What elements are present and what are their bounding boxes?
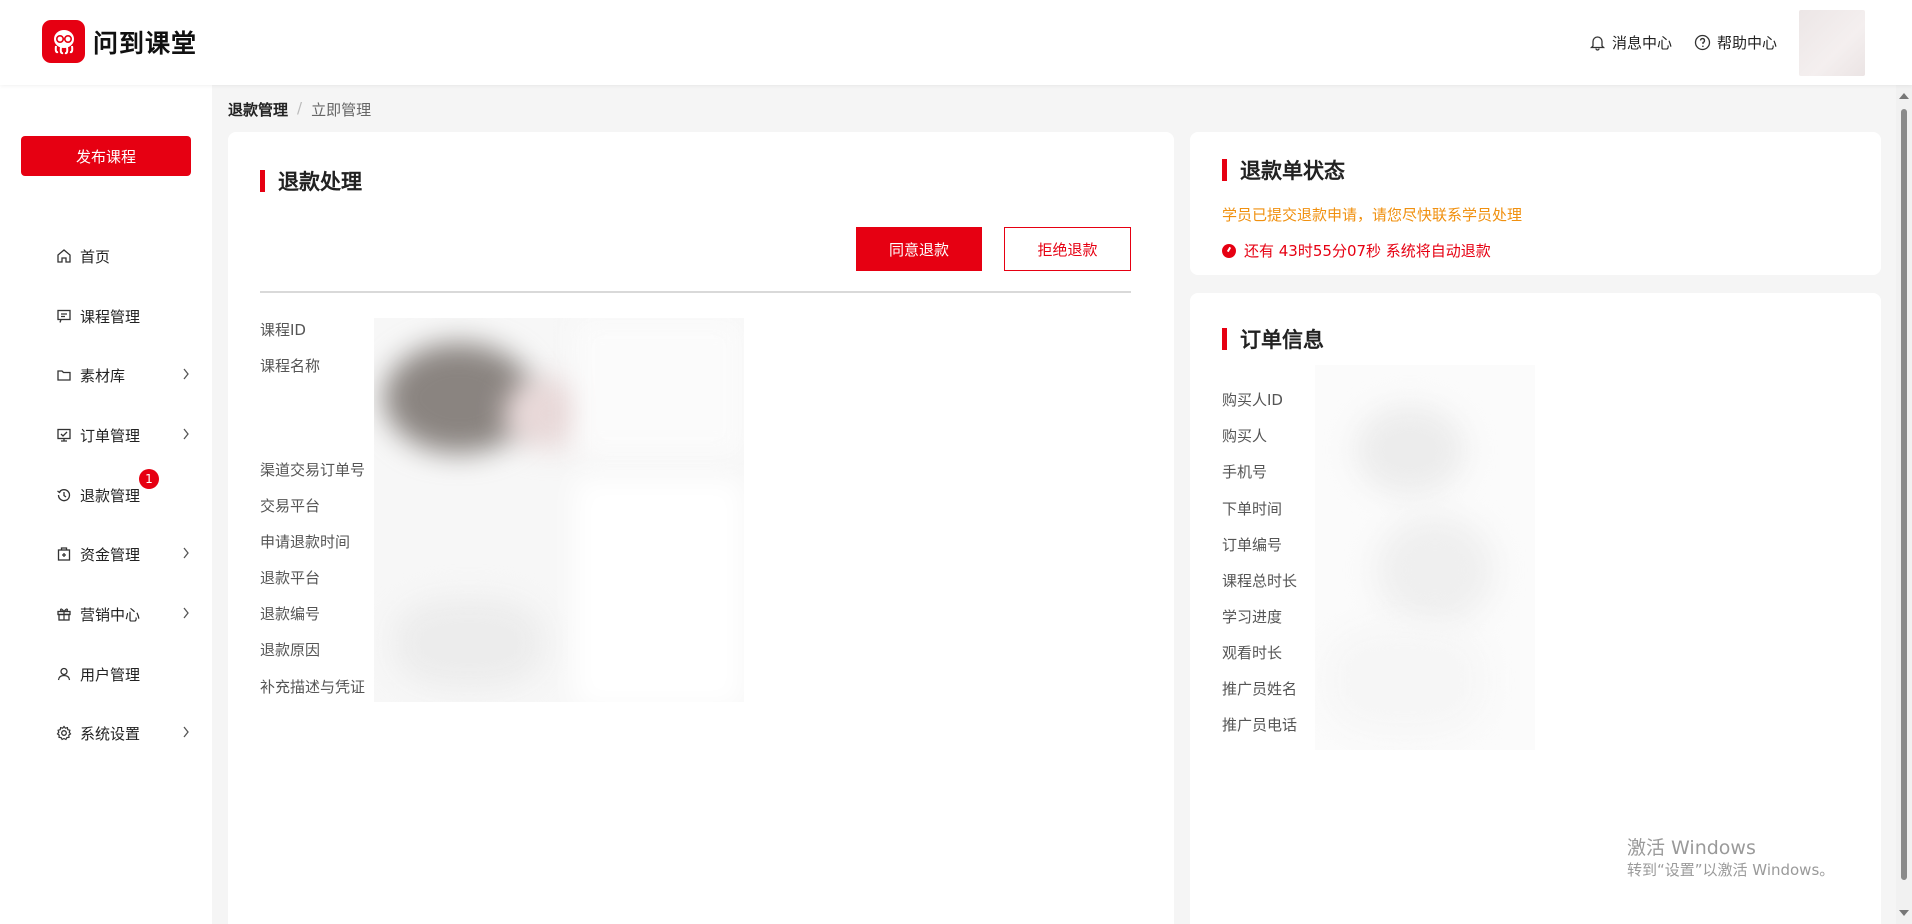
order-info-title: 订单信息 <box>1222 324 1324 354</box>
refund-status-card: 退款单状态 学员已提交退款申请，请您尽快联系学员处理 还有 43时55分07秒 … <box>1190 132 1881 275</box>
user-avatar[interactable] <box>1799 9 1865 76</box>
message-center-label: 消息中心 <box>1611 34 1672 52</box>
bell-icon <box>1589 36 1606 51</box>
order-info-title-text: 订单信息 <box>1240 328 1324 352</box>
scroll-up-arrow-icon[interactable] <box>1899 93 1909 99</box>
section-divider <box>260 291 1131 293</box>
home-icon <box>55 247 73 265</box>
field-label-watch-time: 观看时长 <box>1222 644 1283 662</box>
help-center-label: 帮助中心 <box>1716 34 1777 52</box>
refund-status-title: 退款单状态 <box>1222 155 1345 185</box>
sidebar-item-label: 课程管理 <box>80 307 141 326</box>
chevron-right-icon <box>183 726 189 738</box>
vertical-scrollbar[interactable] <box>1896 85 1912 924</box>
windows-activation-watermark: 激活 Windows <box>1627 837 1756 859</box>
refund-status-message: 学员已提交退款申请，请您尽快联系学员处理 <box>1222 206 1523 224</box>
field-label-channel-order-no: 渠道交易订单号 <box>260 461 366 479</box>
user-icon <box>55 665 73 683</box>
sidebar-item-label: 首页 <box>80 247 111 266</box>
help-center-link[interactable]: 帮助中心 <box>1694 32 1777 53</box>
refund-processing-title-text: 退款处理 <box>278 170 362 194</box>
refund-count-badge: 1 <box>139 469 159 489</box>
auto-refund-countdown: 还有 43时55分07秒 系统将自动退款 <box>1222 240 1491 261</box>
breadcrumb-refund-management[interactable]: 退款管理 <box>228 99 288 120</box>
sidebar-item-label: 营销中心 <box>80 605 141 624</box>
sidebar-item-marketing[interactable]: 营销中心 <box>55 599 190 629</box>
refund-status-title-text: 退款单状态 <box>1240 159 1345 183</box>
scroll-thumb[interactable] <box>1901 109 1907 880</box>
sidebar-item-settings[interactable]: 系统设置 <box>55 718 190 748</box>
breadcrumb: 退款管理 / 立即管理 <box>228 99 371 120</box>
sidebar-item-course[interactable]: 课程管理 <box>55 301 190 331</box>
clock-icon <box>1222 243 1236 258</box>
order-icon <box>55 426 73 444</box>
field-label-refund-no: 退款编号 <box>260 605 321 623</box>
field-label-phone: 手机号 <box>1222 463 1268 481</box>
field-label-order-no: 订单编号 <box>1222 536 1283 554</box>
gift-icon <box>55 605 73 623</box>
redacted-order-details <box>1315 365 1535 750</box>
octopus-logo-icon <box>42 20 85 63</box>
sidebar-item-home[interactable]: 首页 <box>55 241 190 271</box>
course-icon <box>55 307 73 325</box>
scroll-down-arrow-icon[interactable] <box>1899 910 1909 916</box>
sidebar-item-refunds[interactable]: 退款管理 1 <box>55 469 190 510</box>
wallet-icon <box>55 545 73 563</box>
chevron-right-icon <box>183 428 189 440</box>
field-label-refund-platform: 退款平台 <box>260 569 321 587</box>
title-accent-bar <box>1222 159 1227 181</box>
sidebar-item-funds[interactable]: 资金管理 <box>55 539 190 569</box>
sidebar-item-label: 资金管理 <box>80 545 141 564</box>
field-label-study-progress: 学习进度 <box>1222 608 1283 626</box>
redacted-refund-details <box>374 318 744 702</box>
sidebar-item-users[interactable]: 用户管理 <box>55 659 190 689</box>
sidebar-item-materials[interactable]: 素材库 <box>55 360 190 390</box>
field-label-buyer: 购买人 <box>1222 427 1268 445</box>
folder-icon <box>55 366 73 384</box>
breadcrumb-separator: / <box>297 99 303 117</box>
countdown-text: 还有 43时55分07秒 系统将自动退款 <box>1244 242 1491 260</box>
field-label-course-id: 课程ID <box>260 321 306 339</box>
refund-icon <box>55 486 73 504</box>
field-label-order-time: 下单时间 <box>1222 500 1283 518</box>
sidebar-item-orders[interactable]: 订单管理 <box>55 420 190 450</box>
top-header: 问到课堂 消息中心 帮助中心 <box>0 0 1912 85</box>
sidebar-item-label: 订单管理 <box>80 426 141 445</box>
windows-activation-hint: 转到“设置”以激活 Windows。 <box>1627 861 1835 879</box>
app-name: 问到课堂 <box>93 28 198 58</box>
title-accent-bar <box>260 170 265 192</box>
field-label-refund-reason: 退款原因 <box>260 641 321 659</box>
title-accent-bar <box>1222 328 1227 350</box>
chevron-right-icon <box>183 607 189 619</box>
reject-refund-button[interactable]: 拒绝退款 <box>1004 227 1131 271</box>
breadcrumb-current: 立即管理 <box>311 101 372 119</box>
field-label-promoter-phone: 推广员电话 <box>1222 716 1298 734</box>
field-label-trade-platform: 交易平台 <box>260 497 321 515</box>
field-label-course-duration: 课程总时长 <box>1222 572 1298 590</box>
chevron-right-icon <box>183 547 189 559</box>
question-circle-icon <box>1694 34 1711 51</box>
field-label-supplement: 补充描述与凭证 <box>260 678 366 696</box>
gear-icon <box>55 724 73 742</box>
field-label-promoter-name: 推广员姓名 <box>1222 680 1298 698</box>
app-logo[interactable]: 问到课堂 <box>42 20 197 63</box>
sidebar-item-label: 系统设置 <box>80 724 141 743</box>
publish-course-button[interactable]: 发布课程 <box>21 136 191 176</box>
sidebar: 发布课程 首页 课程管理 素材库 订单管理 退款管理 1 资金管理 营销中心 用… <box>0 85 212 924</box>
chevron-right-icon <box>183 368 189 380</box>
refund-processing-card: 退款处理 同意退款 拒绝退款 课程ID 课程名称 渠道交易订单号 交易平台 申请… <box>228 132 1174 924</box>
order-info-card: 订单信息 购买人ID 购买人 手机号 下单时间 订单编号 课程总时长 学习进度 … <box>1190 293 1881 924</box>
message-center-link[interactable]: 消息中心 <box>1589 32 1672 53</box>
sidebar-item-label: 素材库 <box>80 366 126 385</box>
field-label-apply-time: 申请退款时间 <box>260 533 351 551</box>
sidebar-item-label: 用户管理 <box>80 665 141 684</box>
field-label-buyer-id: 购买人ID <box>1222 391 1283 409</box>
refund-processing-title: 退款处理 <box>260 166 362 196</box>
sidebar-item-label: 退款管理 <box>80 486 141 505</box>
agree-refund-button[interactable]: 同意退款 <box>856 227 982 271</box>
field-label-course-name: 课程名称 <box>260 357 321 375</box>
